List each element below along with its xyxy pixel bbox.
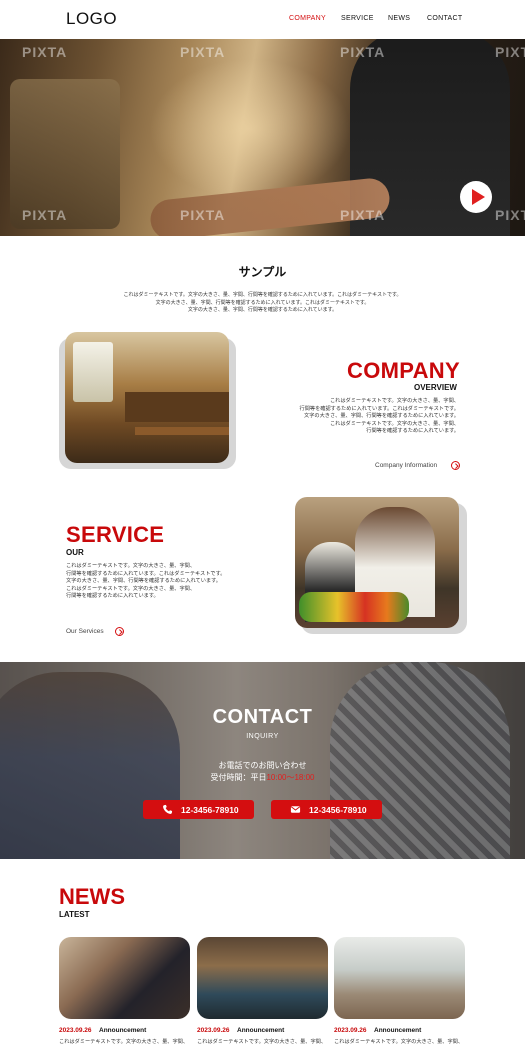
watermark: PIXTA	[180, 44, 226, 60]
news-date: 2023.09.26	[59, 1027, 92, 1034]
company-info-link[interactable]: Company Information	[375, 462, 437, 469]
hero-image: PIXTA PIXTA PIXTA PIXTA PIXTA PIXTA PIXT…	[0, 39, 525, 236]
news-image[interactable]	[334, 937, 465, 1019]
arrow-right-icon[interactable]	[115, 627, 124, 636]
play-icon	[472, 189, 485, 205]
phone-number: 12-3456-78910	[181, 805, 239, 815]
service-subtitle: OUR	[66, 548, 84, 557]
hours-label: 受付時間：平日	[210, 773, 267, 782]
sample-text-line: 文字の大きさ、量、字間、行間等を確認するために入れています。	[187, 307, 338, 313]
our-services-link[interactable]: Our Services	[66, 628, 104, 635]
service-text-line: 行間等を確認するために入れています。	[66, 593, 159, 600]
service-text: これはダミーテキストです。文字の大きさ、量、字間、 行間等を確認するために入れて…	[66, 563, 225, 601]
phone-inquiry-label: お電話でのお問い合わせ	[218, 761, 307, 770]
company-title: COMPANY	[347, 358, 460, 383]
phone-button[interactable]: 12-3456-78910	[143, 800, 254, 819]
mail-icon	[290, 806, 301, 813]
arrow-right-icon[interactable]	[451, 461, 460, 470]
news-excerpt: これはダミーテキストです。文字の大きさ、量、字間、	[197, 1039, 327, 1045]
news-category: Announcement	[99, 1027, 147, 1034]
contact-subtitle: INQUIRY	[246, 733, 279, 740]
mail-number: 12-3456-78910	[309, 805, 367, 815]
service-text-line: これはダミーテキストです。文字の大きさ、量、字間、	[66, 563, 196, 569]
hours-value: 10:00～18:00	[266, 773, 315, 782]
news-image[interactable]	[59, 937, 190, 1019]
nav-contact[interactable]: CONTACT	[427, 15, 462, 22]
mail-button[interactable]: 12-3456-78910	[271, 800, 382, 819]
watermark: PIXTA	[22, 44, 68, 60]
service-text-line: 文字の大きさ、量、字間、行間等を確認するために入れています。	[66, 578, 221, 585]
watermark: PIXTA	[495, 207, 525, 223]
news-category: Announcement	[374, 1027, 422, 1034]
news-excerpt: これはダミーテキストです。文字の大きさ、量、字間、	[59, 1039, 189, 1045]
nav-news[interactable]: NEWS	[388, 15, 410, 22]
company-text-line: 文字の大きさ、量、字間、行間等を確認するために入れています。	[304, 413, 459, 420]
site-logo[interactable]: LOGO	[66, 9, 117, 29]
vegetables	[299, 592, 409, 622]
company-text: これはダミーテキストです。文字の大きさ、量、字間、 行間等を確認するために入れて…	[300, 398, 459, 436]
service-image	[295, 497, 459, 628]
site-header: LOGO COMPANY SERVICE NEWS CONTACT	[0, 0, 525, 39]
contact-title: CONTACT	[212, 706, 313, 728]
service-title: SERVICE	[66, 522, 165, 547]
sample-heading: サンプル	[238, 265, 287, 279]
hero-light	[150, 59, 350, 199]
news-excerpt: これはダミーテキストです。文字の大きさ、量、字間、	[334, 1039, 464, 1045]
sample-text: これはダミーテキストです。文字の大きさ、量、字間、行間等を確認するために入れてい…	[60, 292, 465, 315]
cafe-window	[73, 342, 113, 402]
company-image	[65, 332, 229, 463]
news-date: 2023.09.26	[197, 1027, 230, 1034]
nav-service[interactable]: SERVICE	[341, 15, 374, 22]
news-subtitle: LATEST	[59, 910, 90, 919]
watermark: PIXTA	[340, 207, 386, 223]
cafe-bar	[125, 392, 229, 422]
phone-icon	[163, 804, 173, 814]
news-image[interactable]	[197, 937, 328, 1019]
nav-company[interactable]: COMPANY	[289, 15, 326, 22]
news-date: 2023.09.26	[334, 1027, 367, 1034]
company-text-line: これはダミーテキストです。文字の大きさ、量、字間、	[329, 398, 459, 404]
watermark: PIXTA	[180, 207, 226, 223]
watermark: PIXTA	[495, 44, 525, 60]
sample-text-line: これはダミーテキストです。文字の大きさ、量、字間、行間等を確認するために入れてい…	[123, 292, 402, 298]
cafe-table	[135, 427, 229, 435]
company-subtitle: OVERVIEW	[414, 383, 457, 392]
business-hours: 受付時間：平日10:00～18:00	[0, 772, 525, 783]
play-video-button[interactable]	[460, 181, 492, 213]
company-text-line: 行間等を確認するために入れています。	[366, 428, 459, 435]
watermark: PIXTA	[340, 44, 386, 60]
news-category: Announcement	[237, 1027, 285, 1034]
watermark: PIXTA	[22, 207, 68, 223]
news-title: NEWS	[59, 884, 125, 909]
sample-text-line: 文字の大きさ、量、字間、行間等を確認するために入れています。これはダミーテキスト…	[155, 299, 370, 306]
